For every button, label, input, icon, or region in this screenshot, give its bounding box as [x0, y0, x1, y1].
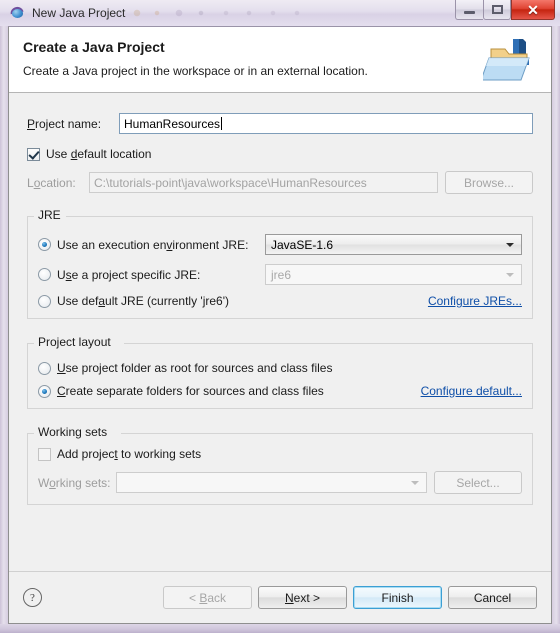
- project-layout-group: Project layout Use project folder as roo…: [27, 335, 533, 409]
- use-default-location-checkbox[interactable]: [27, 147, 40, 161]
- text-caret: [221, 117, 223, 130]
- help-icon[interactable]: ?: [23, 588, 42, 607]
- jre-group-title: JRE: [34, 208, 65, 222]
- working-sets-group-title: Working sets: [34, 425, 112, 439]
- layout-separate-folders-radio[interactable]: [38, 384, 51, 398]
- window-frame-left: [0, 0, 8, 633]
- layout-project-folder-radio[interactable]: [38, 361, 51, 375]
- dialog-header: Create a Java Project Create a Java proj…: [9, 27, 551, 93]
- chevron-down-icon: [506, 272, 514, 277]
- jre-option-default[interactable]: Use default JRE (currently 'jre6') Confi…: [38, 294, 522, 308]
- title-bar-background-artifacts: [131, 6, 455, 20]
- dialog-body: Create a Java Project Create a Java proj…: [8, 26, 552, 624]
- layout-separate-folders-label: Create separate folders for sources and …: [57, 384, 324, 398]
- select-working-sets-button[interactable]: Select...: [434, 471, 522, 494]
- use-default-location-label: Use default location: [46, 147, 152, 161]
- window-frame-bottom: [0, 624, 560, 633]
- cancel-button[interactable]: Cancel: [448, 586, 537, 609]
- minimize-icon: [464, 11, 475, 14]
- layout-option-separate-folders[interactable]: Create separate folders for sources and …: [38, 384, 522, 398]
- java-project-icon: [9, 5, 26, 21]
- jre-project-specific-radio[interactable]: [38, 268, 51, 281]
- project-name-input[interactable]: HumanResources: [119, 113, 533, 134]
- jre-execution-environment-label: Use an execution environment JRE:: [57, 237, 249, 252]
- add-to-working-sets-checkbox[interactable]: [38, 447, 51, 461]
- jre-execution-environment-combo[interactable]: JavaSE-1.6: [265, 234, 522, 255]
- working-sets-row: Working sets: Select...: [38, 471, 522, 494]
- window-controls: ✕: [455, 0, 555, 26]
- dialog-content: Project name: HumanResources Use default…: [9, 93, 551, 571]
- maximize-button[interactable]: [483, 0, 511, 20]
- configure-jres-link[interactable]: Configure JREs...: [428, 294, 522, 308]
- location-input[interactable]: C:\tutorials-point\java\workspace\HumanR…: [89, 172, 438, 193]
- close-icon: ✕: [527, 1, 539, 18]
- minimize-button[interactable]: [455, 0, 483, 20]
- new-java-project-window: New Java Project ✕ Create a Java Project…: [0, 0, 560, 633]
- maximize-icon: [491, 5, 503, 14]
- back-button[interactable]: < Back: [163, 586, 252, 609]
- page-description: Create a Java project in the workspace o…: [23, 64, 368, 78]
- browse-button[interactable]: Browse...: [445, 171, 533, 194]
- add-to-working-sets-label: Add project to working sets: [57, 447, 202, 461]
- footer-buttons: < Back Next > Finish Cancel: [163, 586, 537, 609]
- finish-button[interactable]: Finish: [353, 586, 442, 609]
- project-name-row: Project name: HumanResources: [27, 113, 533, 134]
- close-button[interactable]: ✕: [511, 0, 555, 20]
- jre-default-label: Use default JRE (currently 'jre6'): [57, 294, 229, 308]
- dialog-footer: ? < Back Next > Finish Cancel: [9, 571, 551, 623]
- jre-execution-environment-value: JavaSE-1.6: [271, 237, 334, 252]
- project-layout-group-title: Project layout: [34, 335, 115, 349]
- jre-project-specific-value: jre6: [271, 267, 292, 282]
- configure-default-link[interactable]: Configure default...: [421, 384, 522, 398]
- working-sets-label: Working sets:: [38, 475, 111, 490]
- working-sets-combo[interactable]: [116, 472, 427, 493]
- window-title: New Java Project: [32, 6, 126, 20]
- jre-option-project-specific[interactable]: Use a project specific JRE: jre6: [38, 264, 522, 285]
- use-default-location-row[interactable]: Use default location: [27, 147, 533, 161]
- jre-group: JRE Use an execution environment JRE: Ja…: [27, 208, 533, 319]
- location-label: Location:: [27, 175, 76, 190]
- location-row: Location: C:\tutorials-point\java\worksp…: [27, 171, 533, 194]
- location-value: C:\tutorials-point\java\workspace\HumanR…: [94, 175, 367, 190]
- next-button[interactable]: Next >: [258, 586, 347, 609]
- chevron-down-icon: [411, 480, 419, 485]
- next-label: Next >: [284, 590, 321, 605]
- project-name-label: Project name:: [27, 116, 102, 131]
- window-frame-right: [552, 0, 560, 633]
- browse-label: Browse...: [463, 175, 514, 190]
- page-title: Create a Java Project: [23, 39, 165, 55]
- title-bar[interactable]: New Java Project ✕: [0, 0, 560, 26]
- finish-label: Finish: [381, 590, 414, 605]
- back-label: < Back: [188, 590, 227, 605]
- jre-option-execution-environment[interactable]: Use an execution environment JRE: JavaSE…: [38, 234, 522, 255]
- jre-project-specific-combo[interactable]: jre6: [265, 264, 522, 285]
- working-sets-group: Working sets Add project to working sets…: [27, 425, 533, 505]
- add-to-working-sets-row[interactable]: Add project to working sets: [38, 447, 522, 461]
- cancel-label: Cancel: [473, 590, 512, 605]
- jre-execution-environment-radio[interactable]: [38, 238, 51, 251]
- jre-project-specific-label: Use a project specific JRE:: [57, 267, 201, 282]
- project-name-value: HumanResources: [124, 116, 221, 131]
- chevron-down-icon: [506, 242, 514, 247]
- layout-option-project-folder[interactable]: Use project folder as root for sources a…: [38, 361, 522, 375]
- new-java-project-banner-icon: [480, 33, 541, 87]
- jre-default-radio[interactable]: [38, 294, 51, 308]
- layout-project-folder-label: Use project folder as root for sources a…: [57, 361, 333, 375]
- select-label: Select...: [456, 475, 500, 490]
